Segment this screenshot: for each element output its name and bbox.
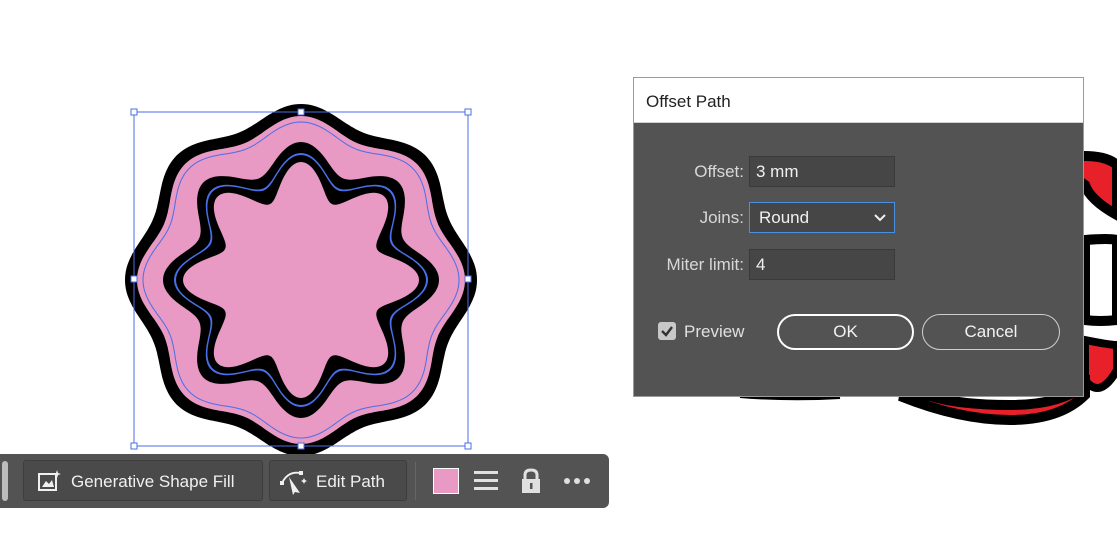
dialog-title: Offset Path	[646, 92, 731, 111]
chevron-down-icon	[874, 214, 886, 222]
handle-bottom-left[interactable]	[130, 442, 138, 450]
inner-pink-flower	[183, 162, 419, 398]
joins-select[interactable]: Round	[749, 202, 895, 233]
ok-button[interactable]: OK	[777, 314, 914, 350]
checkmark-icon	[661, 326, 673, 337]
cancel-button[interactable]: Cancel	[922, 314, 1060, 350]
generative-shape-fill-button[interactable]: Generative Shape Fill	[23, 460, 263, 501]
handle-bottom[interactable]	[297, 442, 305, 450]
joins-label: Joins:	[699, 208, 744, 227]
edit-path-button[interactable]: Edit Path	[269, 460, 407, 501]
handle-top-right[interactable]	[464, 108, 472, 116]
lock-icon[interactable]	[520, 468, 542, 494]
preview-checkbox[interactable]	[658, 322, 676, 340]
miter-limit-input[interactable]	[749, 249, 895, 280]
handle-right[interactable]	[464, 275, 472, 283]
fill-color-swatch[interactable]	[433, 468, 459, 494]
miter-limit-label: Miter limit:	[666, 255, 744, 274]
taskbar-drag-handle[interactable]	[2, 461, 8, 501]
offset-label: Offset:	[694, 162, 744, 181]
handle-left[interactable]	[130, 275, 138, 283]
edit-path-label: Edit Path	[316, 472, 385, 491]
handle-top-left[interactable]	[130, 108, 138, 116]
handle-top[interactable]	[297, 108, 305, 116]
more-icon[interactable]	[563, 477, 591, 485]
contextual-task-bar: Generative Shape Fill Edit Path	[0, 454, 609, 508]
preview-label[interactable]: Preview	[684, 322, 744, 342]
handle-bottom-right[interactable]	[464, 442, 472, 450]
offset-input[interactable]	[749, 156, 895, 187]
dialog-titlebar[interactable]: Offset Path	[634, 78, 1083, 123]
toolbar-separator	[415, 462, 416, 500]
flower-artwork[interactable]	[125, 104, 477, 456]
offset-path-dialog: Offset Path Offset: Joins: Round Miter l…	[633, 77, 1084, 397]
align-lines-icon[interactable]	[473, 469, 499, 493]
generative-shape-fill-icon	[38, 470, 61, 491]
edit-path-icon	[280, 471, 307, 495]
joins-selected-value: Round	[759, 208, 810, 227]
generative-shape-fill-label: Generative Shape Fill	[71, 472, 235, 491]
